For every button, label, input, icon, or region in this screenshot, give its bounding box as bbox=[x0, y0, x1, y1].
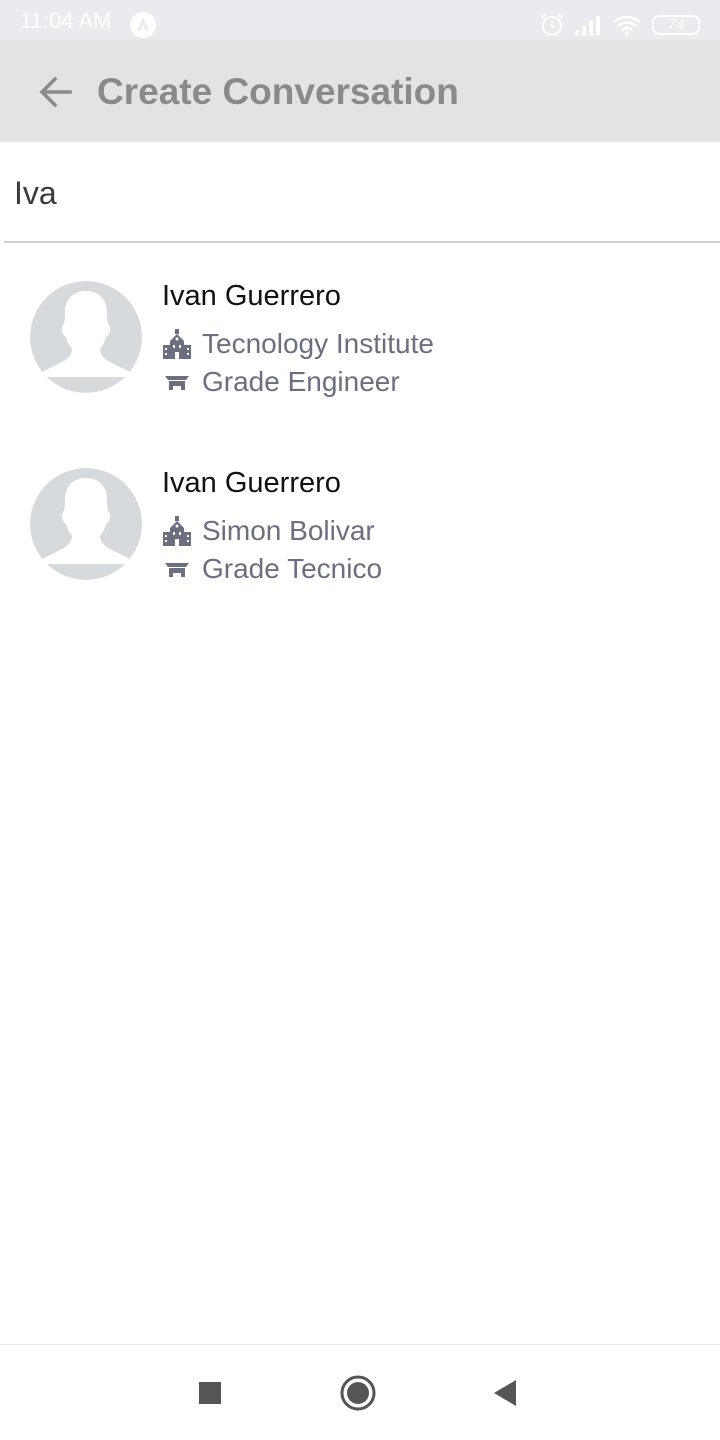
contact-name: Ivan Guerrero bbox=[162, 280, 341, 312]
page-title: Create Conversation bbox=[97, 71, 459, 112]
arrow-left-icon bbox=[39, 76, 72, 108]
avatar bbox=[30, 468, 142, 580]
home-circle-icon[interactable] bbox=[340, 1375, 376, 1411]
app-notification-icon bbox=[130, 12, 156, 38]
grade-label: Grade Engineer bbox=[202, 366, 400, 397]
graduation-cap-icon bbox=[165, 376, 189, 390]
institution-label: Tecnology Institute bbox=[202, 328, 434, 359]
institution-label: Simon Bolivar bbox=[202, 515, 375, 546]
school-building-icon bbox=[163, 516, 191, 546]
back-button[interactable] bbox=[36, 72, 76, 112]
school-building-icon bbox=[163, 329, 191, 359]
grade-label: Grade Tecnico bbox=[202, 553, 383, 584]
list-item[interactable]: Ivan Guerrero Tecnology Institute Grade … bbox=[0, 280, 720, 451]
battery-level: 74 bbox=[667, 16, 685, 33]
avatar bbox=[30, 281, 142, 393]
contact-name: Ivan Guerrero bbox=[162, 467, 341, 499]
back-triangle-icon[interactable] bbox=[488, 1375, 524, 1411]
status-bar: 11:04 AM 74 bbox=[0, 0, 720, 40]
signal-icon bbox=[575, 16, 600, 35]
battery-icon: 74 bbox=[652, 15, 700, 35]
graduation-cap-icon bbox=[165, 563, 189, 577]
app-bar: Create Conversation bbox=[0, 40, 720, 141]
screen: 11:04 AM 74 Create Conversation Iva Ivan… bbox=[0, 0, 720, 1440]
recents-square-icon[interactable] bbox=[192, 1375, 228, 1411]
alarm-icon bbox=[541, 13, 563, 36]
search-input[interactable] bbox=[14, 171, 704, 215]
status-time: 11:04 AM bbox=[20, 8, 112, 33]
list-item[interactable]: Ivan Guerrero Simon Bolivar Grade Tecnic… bbox=[0, 467, 720, 638]
system-nav-bar bbox=[0, 1344, 720, 1440]
wifi-icon bbox=[613, 15, 641, 35]
search-field bbox=[4, 141, 720, 243]
